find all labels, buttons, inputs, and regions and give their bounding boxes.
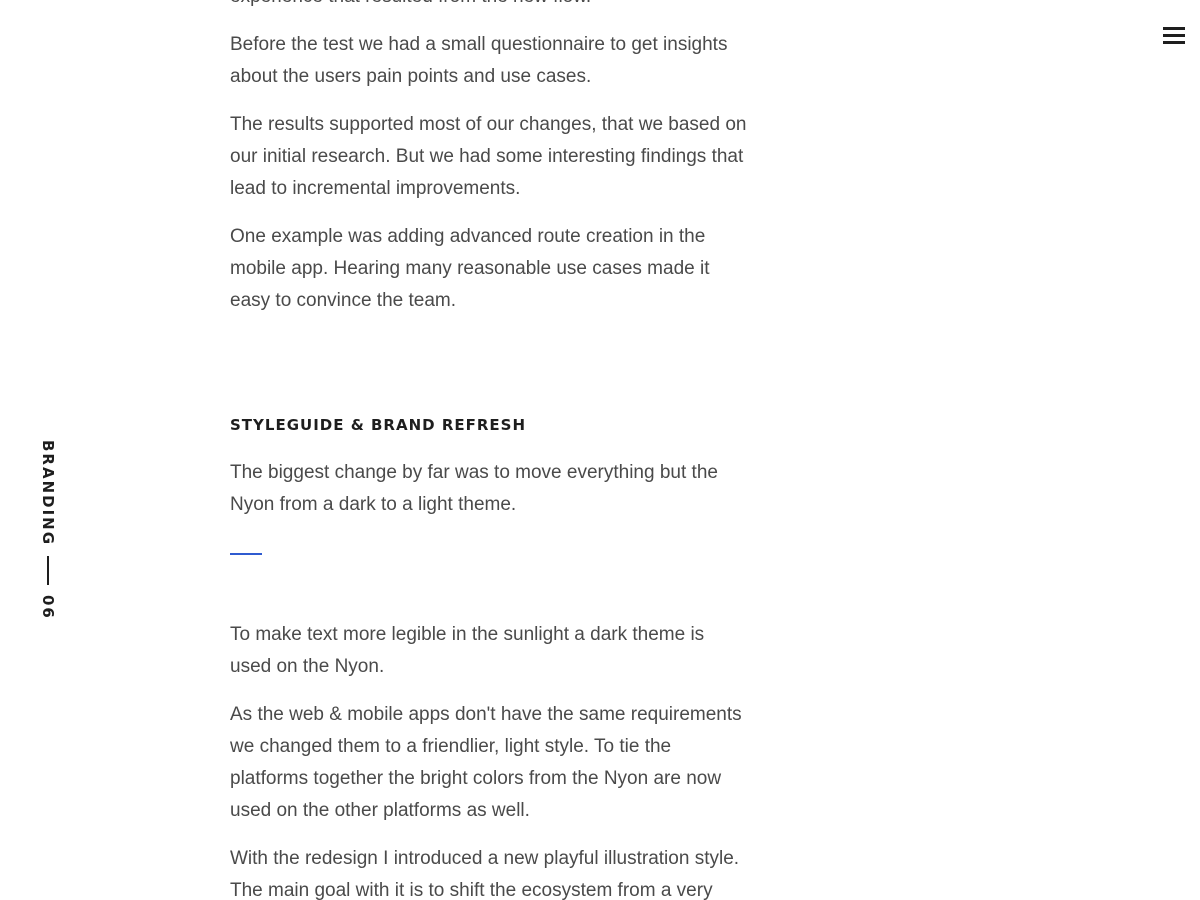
- article-content: experience that resulted from the new fl…: [230, 0, 750, 900]
- paragraph: With the redesign I introduced a new pla…: [230, 848, 740, 900]
- paragraph: The results supported most of our change…: [230, 114, 747, 199]
- styleguide-section: STYLEGUIDE & BRAND REFRESH The biggest c…: [230, 413, 750, 900]
- section-marker-number: 06: [39, 595, 57, 620]
- section-marker-label: BRANDING: [39, 440, 57, 547]
- lead-paragraph: The biggest change by far was to move ev…: [230, 462, 718, 515]
- hamburger-icon-bar-top: [1163, 26, 1185, 30]
- menu-button[interactable]: [1163, 22, 1185, 48]
- hamburger-icon-bar-bottom: [1163, 40, 1185, 44]
- section-heading: STYLEGUIDE & BRAND REFRESH: [230, 416, 527, 434]
- testing-section: experience that resulted from the new fl…: [230, 0, 750, 317]
- section-marker: BRANDING 06: [38, 440, 58, 620]
- section-marker-divider: [47, 556, 49, 586]
- paragraph: As the web & mobile apps don't have the …: [230, 704, 742, 821]
- paragraph: One example was adding advanced route cr…: [230, 226, 710, 311]
- paragraph: Before the test we had a small questionn…: [230, 34, 728, 87]
- accent-divider: [230, 553, 262, 555]
- paragraph: experience that resulted from the new fl…: [230, 0, 750, 13]
- hamburger-icon-bar-middle: [1163, 33, 1185, 37]
- paragraph: To make text more legible in the sunligh…: [230, 624, 705, 677]
